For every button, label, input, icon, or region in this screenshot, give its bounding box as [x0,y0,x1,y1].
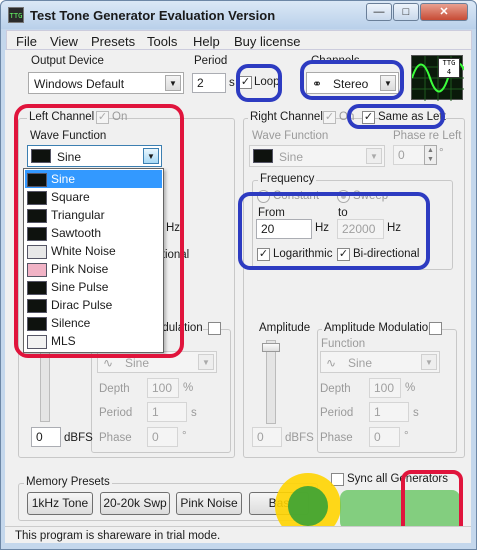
ttg-text: TTG [442,59,456,67]
menu-help[interactable]: Help [193,34,220,49]
output-device-select[interactable]: Windows Default ▼ [28,72,184,94]
close-button[interactable]: ✕ [420,3,468,21]
menu-view[interactable]: View [50,34,78,49]
right-phase-label: Phase [320,432,353,444]
preset-20-20k-sweep-button[interactable]: 20-20k Swp [100,492,170,515]
period-label: Period [194,55,228,67]
right-channel-label: Right Channel [248,111,325,123]
right-period-input[interactable]: 1 [369,402,409,422]
left-amp-mod-checkbox[interactable] [208,322,221,335]
menu-tools[interactable]: Tools [147,34,177,49]
same-as-left-highlight [347,104,445,129]
right-wave-function-select[interactable]: Sine ▼ [249,145,385,167]
channels-highlight [300,60,404,100]
left-mod-function-value: Sine [125,356,150,370]
chevron-down-icon: ▼ [198,354,214,370]
preset-pink-noise-button[interactable]: Pink Noise [176,492,242,515]
chevron-down-icon: ▼ [366,148,382,164]
menu-bar: File View Presets Tools Help Buy license [6,30,472,50]
phase-re-left-unit: ° [439,147,444,159]
menu-buy-license[interactable]: Buy license [234,34,300,49]
phase-re-left-label: Phase re Left [393,130,462,142]
left-depth-unit: % [183,382,194,394]
loop-highlight [236,64,282,102]
left-phase-unit: ° [182,430,187,442]
right-channel-on-checkbox[interactable]: ✓ [323,111,336,124]
left-depth-label: Depth [99,383,130,395]
right-period-label: Period [320,407,354,419]
right-wave-function-label: Wave Function [252,130,329,142]
right-mod-function-select[interactable]: ∿ Sine ▼ [320,351,440,373]
chevron-down-icon: ▼ [165,75,181,91]
right-amplitude-unit: dBFS [285,432,314,444]
right-depth-unit: % [405,382,416,394]
output-device-label: Output Device [31,55,104,67]
right-depth-input[interactable]: 100 [369,378,401,398]
sine-mod-icon: ∿ [103,356,114,370]
frequency-highlight [238,192,430,270]
memory-presets-label: Memory Presets [24,476,112,488]
ttg-badge: TTG 4 [411,55,464,101]
left-phase-label: Phase [99,432,132,444]
ttg-version: 4 [446,68,452,76]
right-mod-function-label: Function [321,338,366,350]
preset-1khz-tone-button[interactable]: 1kHz Tone [27,492,93,515]
right-amplitude-input[interactable]: 0 [252,427,282,447]
right-phase-unit: ° [404,430,409,442]
left-amplitude-input[interactable]: 0 [31,427,61,447]
left-period-unit: s [191,407,197,419]
output-device-value: Windows Default [34,77,125,91]
right-phase-input[interactable]: 0 [369,427,400,447]
ttg-label: TTG 4 [438,58,460,78]
left-period-input[interactable]: 1 [147,402,187,422]
right-depth-label: Depth [320,383,351,395]
right-amplitude-thumb[interactable] [262,343,280,352]
phase-re-left-input[interactable]: 0 [393,145,427,165]
right-amplitude-slider[interactable] [266,340,276,424]
menu-file[interactable]: File [16,34,37,49]
right-amplitude-label: Amplitude [259,322,311,334]
status-text: This program is shareware in trial mode. [15,530,221,542]
right-amp-mod-checkbox[interactable] [429,322,442,335]
right-period-unit: s [413,407,419,419]
phase-spin-button[interactable]: ▲ ▼ [424,145,437,165]
menu-presets[interactable]: Presets [91,34,135,49]
left-phase-input[interactable]: 0 [147,427,178,447]
minimize-button[interactable]: — [366,3,392,21]
sine-mod-icon: ∿ [326,356,337,370]
right-amp-mod-label: Amplitude Modulation [322,322,437,334]
right-mod-function-value: Sine [348,356,373,370]
window-title: Test Tone Generator Evaluation Version [30,8,276,23]
app-icon: TTG [8,7,24,23]
chevron-down-icon: ▼ [421,354,437,370]
left-depth-input[interactable]: 100 [147,378,179,398]
period-input[interactable]: 2 [192,73,226,93]
maximize-button[interactable]: □ [393,3,419,21]
left-amplitude-unit: dBFS [64,432,93,444]
frequency-label: Frequency [258,173,317,185]
title-bar[interactable]: TTG Test Tone Generator Evaluation Versi… [1,1,476,29]
left-amplitude-slider[interactable] [40,352,50,422]
status-bar: This program is shareware in trial mode. [5,526,471,543]
period-unit: s [229,77,235,89]
left-period-label: Period [99,407,133,419]
sine-wave-icon [253,148,273,163]
left-channel-highlight [14,104,184,358]
right-wave-function-value: Sine [279,150,304,164]
